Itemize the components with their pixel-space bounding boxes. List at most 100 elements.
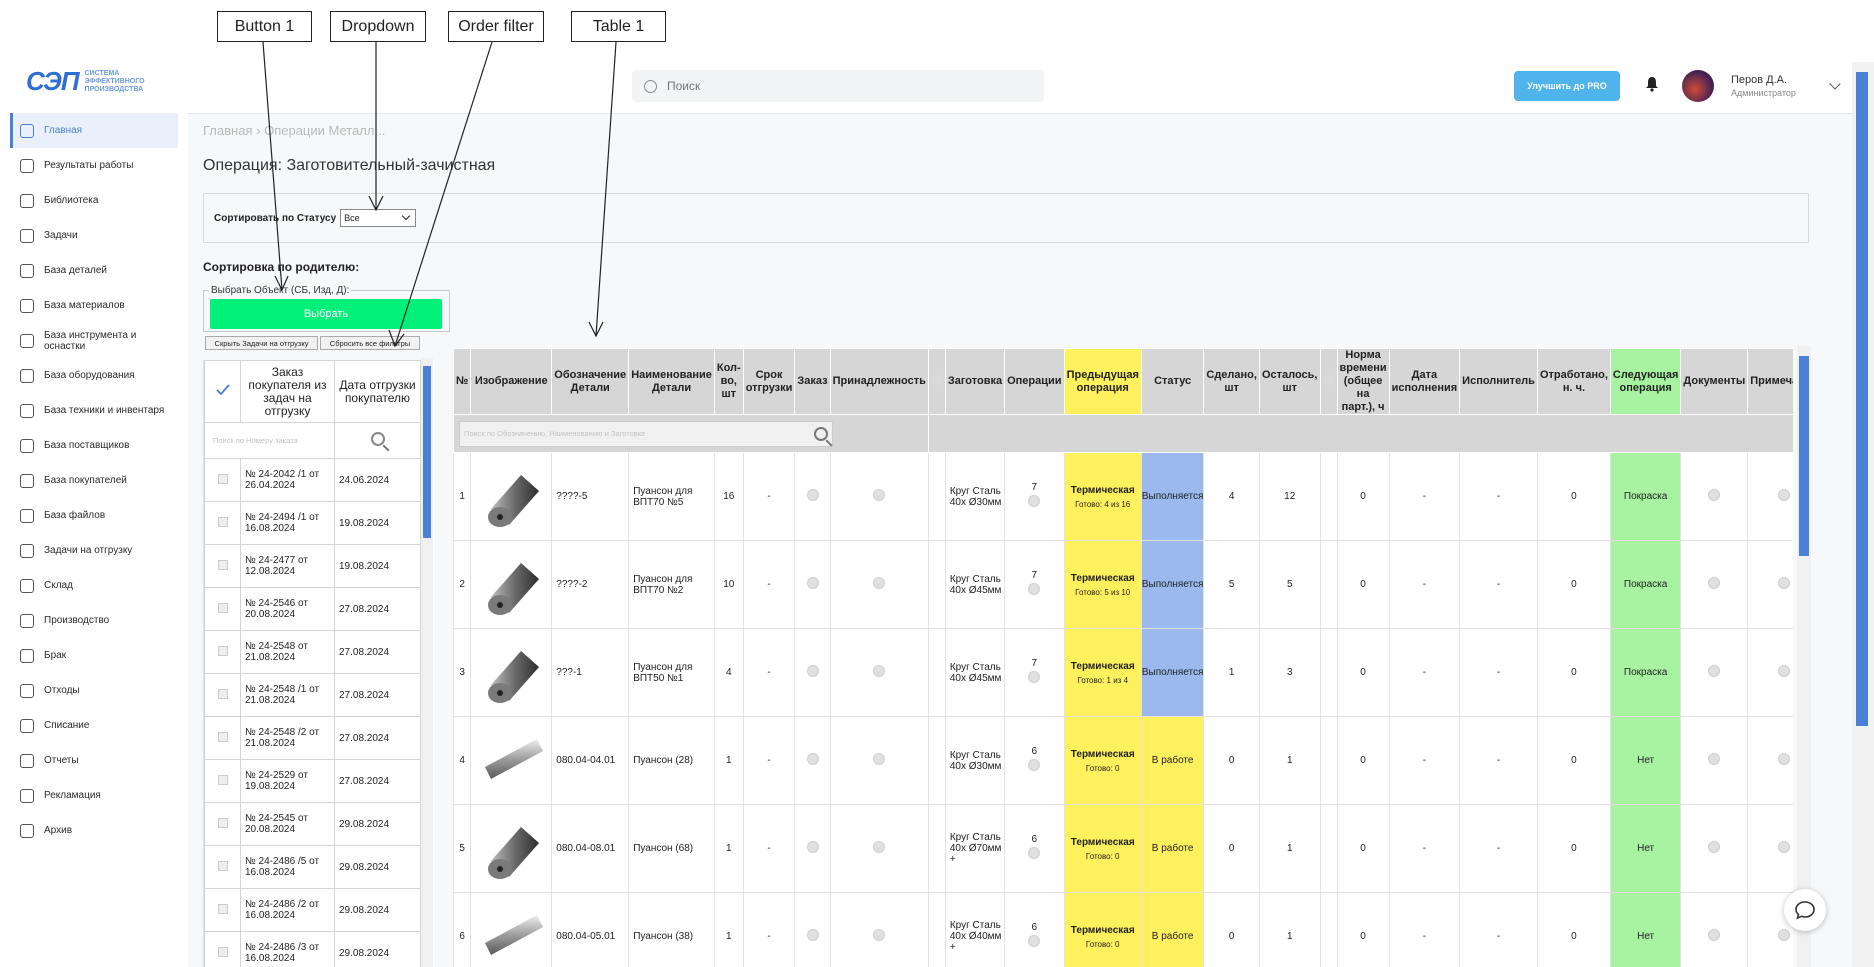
order-cell[interactable] — [794, 452, 831, 541]
sidebar-item[interactable]: Рекламация — [10, 778, 178, 813]
sidebar-item[interactable]: Результаты работы — [10, 148, 178, 183]
document-icon[interactable] — [806, 489, 819, 501]
order-search-input[interactable]: Поиск по Номеру заказа — [204, 422, 335, 459]
page-scroll-thumb[interactable] — [1856, 72, 1868, 726]
sidebar-item[interactable]: Задачи — [10, 218, 178, 253]
ownership-cell[interactable] — [829, 804, 929, 893]
sidebar-item[interactable]: База техники и инвентаря — [10, 393, 178, 428]
column-header-order[interactable]: Заказ покупателя из задач на отгрузку — [240, 360, 335, 423]
sidebar-item[interactable]: Задачи на отгрузку — [10, 533, 178, 568]
documents-cell[interactable] — [1680, 540, 1749, 629]
breadcrumb-home[interactable]: Главная — [203, 123, 252, 138]
sidebar-item[interactable]: Брак — [10, 638, 178, 673]
column-header[interactable]: Статус — [1140, 348, 1205, 415]
column-header[interactable]: Примечание — [1747, 348, 1793, 415]
document-icon[interactable] — [1028, 759, 1041, 771]
document-icon[interactable] — [1708, 753, 1721, 765]
document-icon[interactable] — [1708, 929, 1721, 941]
avatar[interactable] — [1682, 70, 1714, 102]
order-checkbox[interactable] — [204, 458, 241, 502]
sidebar-item[interactable]: Склад — [10, 568, 178, 603]
column-header[interactable]: Отработано, н. ч. — [1536, 348, 1611, 415]
documents-cell[interactable] — [1680, 628, 1749, 717]
sidebar-item[interactable]: База оборудования — [10, 358, 178, 393]
sidebar-item[interactable]: Отчеты — [10, 743, 178, 778]
column-header[interactable] — [1319, 348, 1338, 415]
status-badge[interactable]: В работе — [1140, 716, 1205, 805]
table-row[interactable]: 3 ???-1 Пуансон для ВПТ50 №1 4- Круг Сталь 4… — [453, 628, 1793, 717]
column-header[interactable]: № — [453, 348, 472, 415]
document-icon[interactable] — [873, 489, 886, 501]
status-badge[interactable]: Выполняется — [1140, 452, 1205, 541]
document-icon[interactable] — [806, 929, 819, 941]
order-checkbox[interactable] — [204, 544, 241, 588]
column-header[interactable]: Исполнитель — [1459, 348, 1538, 415]
order-table-scroll-thumb[interactable] — [423, 366, 431, 538]
document-icon[interactable] — [1028, 935, 1041, 947]
table-search-input[interactable]: Поиск по Обозначению, Наименованию и Заг… — [459, 420, 833, 447]
document-icon[interactable] — [1777, 753, 1790, 765]
column-header[interactable]: Документы — [1680, 348, 1749, 415]
order-row[interactable]: № 24-2548 от 21.08.2024 27.08.2024 — [204, 630, 421, 674]
ownership-cell[interactable] — [829, 716, 929, 805]
table-row[interactable]: 5 080.04-08.01 Пуансон (68) 1- Круг Сталь 40… — [453, 804, 1793, 893]
document-icon[interactable] — [1777, 841, 1790, 853]
operations-count[interactable]: 6 — [1004, 716, 1065, 805]
column-header[interactable]: Обозначение Детали — [551, 348, 630, 415]
operations-count[interactable]: 7 — [1004, 628, 1065, 717]
ownership-cell[interactable] — [829, 540, 929, 629]
column-header[interactable] — [927, 348, 946, 415]
documents-cell[interactable] — [1680, 892, 1749, 967]
logo[interactable]: СЭП СИСТЕМА ЭФФЕКТИВНОГО ПРОИЗВОДСТВА — [26, 66, 145, 97]
order-cell[interactable] — [794, 540, 831, 629]
part-image[interactable] — [470, 892, 553, 967]
operations-count[interactable]: 7 — [1004, 452, 1065, 541]
document-icon[interactable] — [1708, 577, 1721, 589]
global-search[interactable] — [632, 70, 1044, 102]
note-cell[interactable] — [1747, 452, 1793, 541]
document-icon[interactable] — [1777, 577, 1790, 589]
sidebar-item[interactable]: База инструмента и оснастки — [10, 323, 178, 358]
document-icon[interactable] — [1708, 841, 1721, 853]
sidebar-item[interactable]: Архив — [10, 813, 178, 848]
sidebar-item[interactable]: Производство — [10, 603, 178, 638]
order-checkbox[interactable] — [204, 759, 241, 803]
column-header[interactable]: Срок отгрузки — [742, 348, 796, 415]
sidebar-item[interactable]: База деталей — [10, 253, 178, 288]
ownership-cell[interactable] — [829, 892, 929, 967]
document-icon[interactable] — [873, 841, 886, 853]
part-image[interactable] — [470, 716, 553, 805]
part-image[interactable] — [470, 452, 553, 541]
order-checkbox[interactable] — [204, 673, 241, 717]
sidebar-item[interactable]: База поставщиков — [10, 428, 178, 463]
order-cell[interactable] — [794, 892, 831, 967]
document-icon[interactable] — [1028, 583, 1041, 595]
sidebar-item[interactable]: База покупателей — [10, 463, 178, 498]
document-icon[interactable] — [1028, 847, 1041, 859]
part-image[interactable] — [470, 540, 553, 629]
order-row[interactable]: № 24-2486 /2 от 16.08.2024 29.08.2024 — [204, 888, 421, 932]
search-input[interactable] — [667, 79, 1007, 93]
sidebar-item[interactable]: База материалов — [10, 288, 178, 323]
column-header-ship-date[interactable]: Дата отгрузки покупателю — [334, 360, 421, 423]
select-object-button[interactable]: Выбрать — [210, 299, 442, 329]
sidebar-item[interactable]: Списание — [10, 708, 178, 743]
order-row[interactable]: № 24-2545 от 20.08.2024 29.08.2024 — [204, 802, 421, 846]
ownership-cell[interactable] — [829, 452, 929, 541]
order-cell[interactable] — [794, 628, 831, 717]
column-header[interactable]: Операции — [1004, 348, 1065, 415]
part-image[interactable] — [470, 628, 553, 717]
order-row[interactable]: № 24-2548 /1 от 21.08.2024 27.08.2024 — [204, 673, 421, 717]
order-checkbox[interactable] — [204, 630, 241, 674]
column-header[interactable]: Сделано, шт — [1203, 348, 1260, 415]
order-row[interactable]: № 24-2529 от 19.08.2024 27.08.2024 — [204, 759, 421, 803]
table-row[interactable]: 4 080.04-04.01 Пуансон (28) 1- Круг Сталь 40… — [453, 716, 1793, 805]
order-checkbox[interactable] — [204, 931, 241, 967]
operations-count[interactable]: 6 — [1004, 804, 1065, 893]
status-badge[interactable]: Выполняется — [1140, 628, 1205, 717]
order-row[interactable]: № 24-2548 /2 от 21.08.2024 27.08.2024 — [204, 716, 421, 760]
sidebar-item[interactable]: Библиотека — [10, 183, 178, 218]
table-row[interactable]: 1 ????-5 Пуансон для ВПТ70 №5 16- Круг Сталь… — [453, 452, 1793, 541]
column-header[interactable]: Осталось, шт — [1258, 348, 1321, 415]
column-header[interactable]: Следующая операция — [1609, 348, 1682, 415]
